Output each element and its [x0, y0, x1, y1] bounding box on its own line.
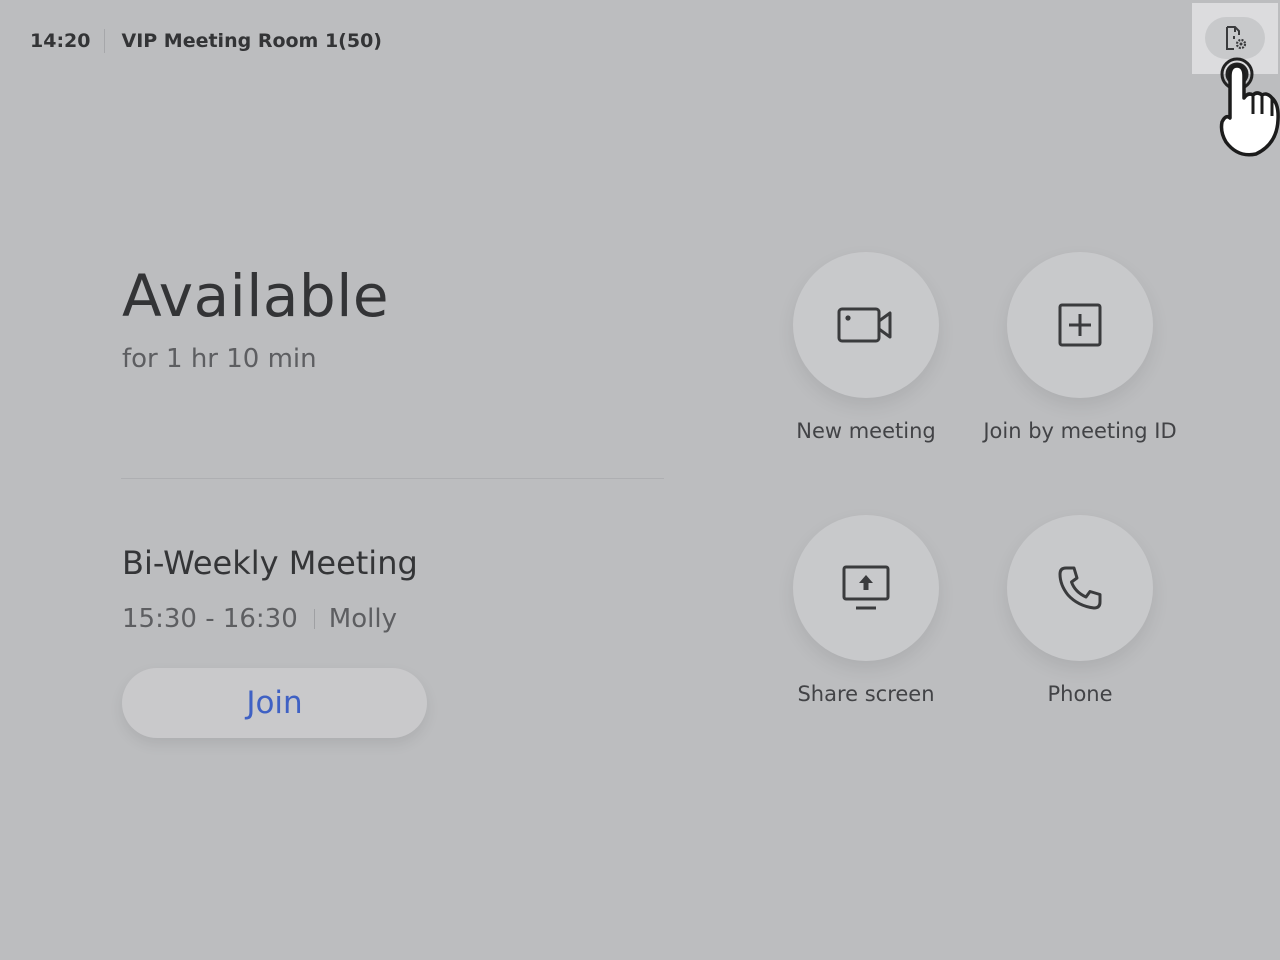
device-settings-button[interactable]	[1205, 17, 1265, 59]
upcoming-meeting-meta: 15:30 - 16:30 Molly	[122, 604, 397, 634]
join-by-id-action: Join by meeting ID	[970, 252, 1190, 448]
meeting-time-range: 15:30 - 16:30	[122, 604, 298, 634]
room-name: VIP Meeting Room 1(50)	[121, 30, 382, 52]
phone-label: Phone	[1047, 682, 1113, 706]
clock: 14:20	[30, 30, 91, 52]
share-screen-label: Share screen	[797, 682, 935, 706]
new-meeting-button[interactable]	[793, 252, 939, 398]
video-camera-icon	[837, 307, 892, 343]
top-bar-divider	[104, 29, 106, 53]
plus-square-icon	[1058, 303, 1102, 347]
join-by-id-button[interactable]	[1007, 252, 1153, 398]
share-screen-action: Share screen	[756, 515, 976, 711]
share-screen-button[interactable]	[793, 515, 939, 661]
top-bar: 14:20 VIP Meeting Room 1(50)	[30, 28, 382, 54]
new-meeting-label: New meeting	[796, 419, 936, 443]
new-meeting-action: New meeting	[756, 252, 976, 448]
share-screen-icon	[842, 565, 890, 610]
section-divider	[121, 478, 664, 479]
availability-status: Available	[122, 262, 390, 330]
settings-tile	[1192, 3, 1278, 74]
availability-duration: for 1 hr 10 min	[122, 344, 317, 374]
phone-action: Phone	[970, 515, 1190, 711]
upcoming-meeting-title: Bi-Weekly Meeting	[122, 544, 418, 582]
join-button[interactable]: Join	[122, 668, 427, 738]
meta-divider	[313, 609, 315, 629]
join-by-id-label: Join by meeting ID	[983, 419, 1177, 443]
phone-icon	[1058, 566, 1102, 610]
device-settings-icon	[1226, 26, 1247, 50]
phone-button[interactable]	[1007, 515, 1153, 661]
meeting-host: Molly	[328, 604, 397, 634]
